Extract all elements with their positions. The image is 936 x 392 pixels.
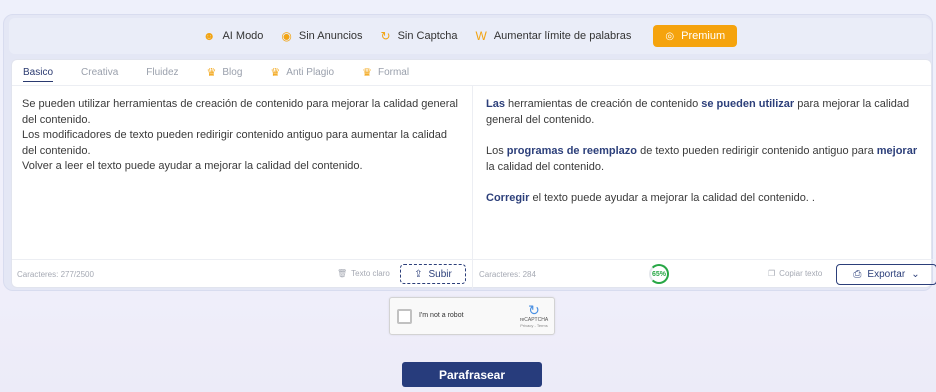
tab-label: Creativa [81,67,119,78]
tab-anti-plagio[interactable]: ♛ Anti Plagio [270,60,334,86]
no-ads-icon: ◉ [281,29,292,43]
word-icon: W [475,29,487,43]
tab-formal[interactable]: ♛ Formal [362,60,409,86]
premium-button[interactable]: ◎ Premium [653,25,738,47]
upload-button[interactable]: ⇪ Subir [400,264,466,284]
feature-label: Aumentar límite de palabras [493,30,632,42]
input-footer: Caracteres: 277/2500 🗑 Texto claro ⇪ Sub… [12,259,472,289]
mode-tabs: Basico Creativa Fluidez ♛ Blog ♛ Anti Pl… [12,60,931,86]
clear-label: Texto claro [351,269,390,278]
features-bar: ☻ AI Modo ◉ Sin Anuncios ↻ Sin Captcha W… [9,18,931,54]
input-char-count: Caracteres: 277/2500 [17,270,94,279]
feature-label: AI Modo [222,30,264,42]
output-footer: Caracteres: 284 65% ❐ Copiar texto ⎙ Exp… [473,259,936,289]
crown-icon: ♛ [270,67,281,79]
tab-label: Formal [377,67,410,78]
recaptcha-logo: ↻ reCAPTCHA Privacy - Terms [518,303,550,328]
tab-label: Anti Plagio [286,67,335,78]
feature-sin-anuncios: ◉ Sin Anuncios [281,30,362,42]
feature-label: Sin Anuncios [298,30,363,42]
crown-icon: ♛ [362,67,372,79]
premium-icon: ◎ [665,30,675,42]
tab-creativa[interactable]: Creativa [81,60,118,86]
paraphrase-button[interactable]: Parafrasear [402,362,542,387]
output-paragraph: Las herramientas de creación de contenid… [486,98,910,126]
score-value: 65% [651,270,666,278]
input-line: Los modificadores de texto pueden rediri… [22,129,447,157]
copy-icon: ❐ [768,269,776,278]
feature-label: Sin Captcha [397,30,458,42]
recaptcha-label: I'm not a robot [419,312,464,319]
copy-label: Copiar texto [779,269,823,278]
tab-basico[interactable]: Basico [23,60,54,86]
tab-blog[interactable]: ♛ Blog [207,60,243,86]
upload-icon: ⇪ [414,268,423,280]
input-line: Volver a leer el texto puede ayudar a me… [22,160,363,172]
output-paragraph: Corregir el texto puede ayudar a mejorar… [486,192,815,204]
export-label: Exportar [867,269,906,280]
tab-fluidez[interactable]: Fluidez [146,60,178,86]
copy-text-button[interactable]: ❐ Copiar texto [768,269,822,278]
crown-icon: ♛ [206,67,217,79]
refresh-icon: ↻ [380,29,391,43]
premium-label: Premium [681,30,726,42]
tab-label: Blog [222,67,243,78]
trash-icon: 🗑 [337,269,348,278]
feature-ai-modo: ☻ AI Modo [203,30,264,42]
input-line: Se pueden utilizar herramientas de creac… [22,98,458,126]
feature-sin-captcha: ↻ Sin Captcha [381,30,458,42]
feature-limite-palabras: W Aumentar límite de palabras [476,30,632,42]
output-text: Las herramientas de creación de contenid… [486,97,926,223]
paraphrase-label: Parafrasear [438,367,506,382]
output-paragraph: Los programas de reemplazo de texto pued… [486,145,918,173]
clear-text-button[interactable]: 🗑 Texto claro [337,269,390,278]
input-textarea[interactable]: Se pueden utilizar herramientas de creac… [22,97,462,175]
tab-label: Fluidez [146,67,179,78]
recaptcha-checkbox[interactable] [397,309,412,324]
editor-card: Basico Creativa Fluidez ♛ Blog ♛ Anti Pl… [11,59,936,289]
output-char-count: Caracteres: 284 [479,270,536,279]
recaptcha-widget: I'm not a robot ↻ reCAPTCHA Privacy - Te… [389,297,555,335]
recaptcha-icon: ↻ [528,302,540,318]
score-ring: 65% [649,264,669,284]
robot-icon: ☻ [202,29,216,43]
export-icon: ⎙ [853,269,862,280]
export-button[interactable]: ⎙ Exportar ⌄ [836,264,936,285]
upload-label: Subir [428,268,452,280]
recaptcha-links[interactable]: Privacy - Terms [518,323,550,328]
tab-label: Basico [23,67,54,78]
chevron-down-icon: ⌄ [911,269,920,280]
